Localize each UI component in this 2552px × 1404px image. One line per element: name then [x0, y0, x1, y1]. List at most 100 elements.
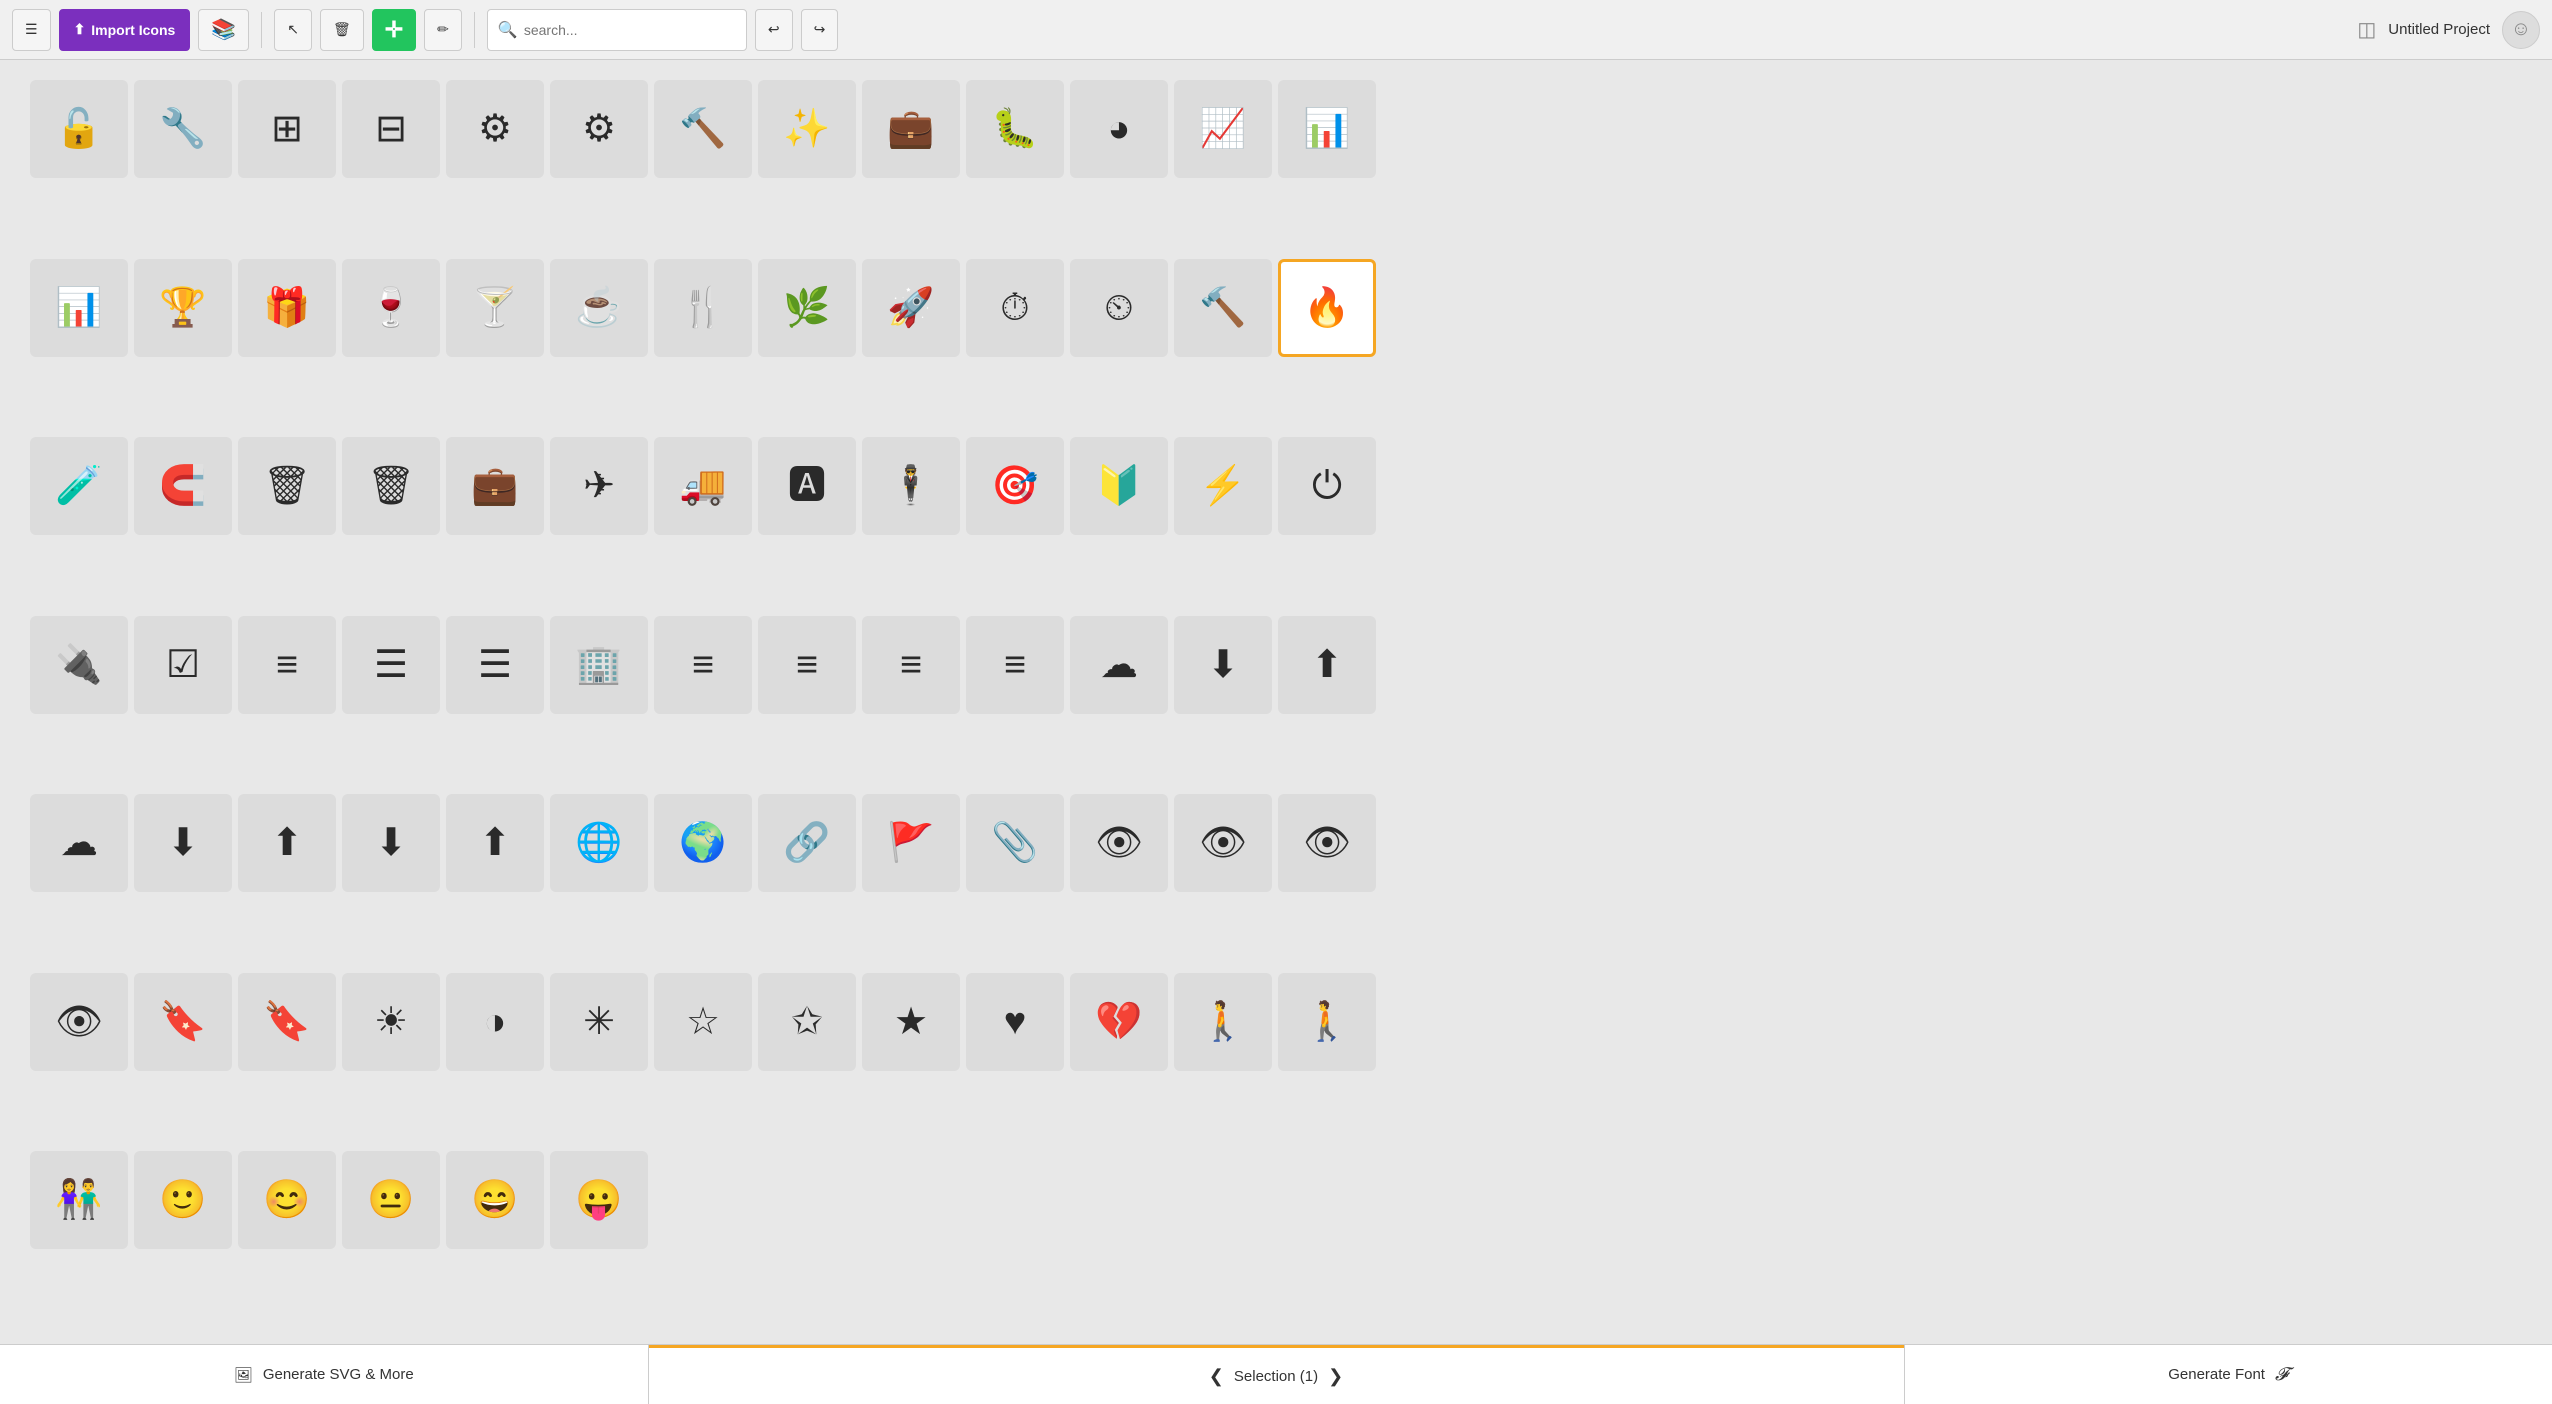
icon-cell-flask[interactable]: 🧪	[30, 437, 128, 535]
wrench-icon: 🔧	[159, 110, 206, 148]
icon-cell-line-chart[interactable]: 📈	[1174, 80, 1272, 178]
icon-cell-download2[interactable]: ⬇	[342, 794, 440, 892]
import-icons-button[interactable]: ⬆ Import Icons	[59, 9, 191, 51]
icon-cell-upload-alt[interactable]: ⬆	[238, 794, 336, 892]
icon-cell-truck[interactable]: 🚚	[654, 437, 752, 535]
avatar[interactable]: ☺	[2502, 11, 2540, 49]
icon-cell-persons-couple[interactable]: 👫	[30, 1151, 128, 1249]
icon-cell-trash[interactable]: 🗑	[238, 437, 336, 535]
icon-cell-heart-broken[interactable]: 💔	[1070, 973, 1168, 1071]
icon-cell-star[interactable]: ★	[862, 973, 960, 1071]
icon-cell-fire[interactable]: 🔥	[1278, 259, 1376, 357]
icon-cell-align-justify[interactable]: ≡	[654, 616, 752, 714]
generate-font-section[interactable]: Generate Font 𝓕	[1905, 1345, 2552, 1404]
icon-cell-wine-glass[interactable]: 🍷	[342, 259, 440, 357]
delete-tool-button[interactable]: 🗑	[320, 9, 364, 51]
icon-cell-star-half[interactable]: ✩	[758, 973, 856, 1071]
icon-cell-trophy[interactable]: 🏆	[134, 259, 232, 357]
icon-cell-star-empty[interactable]: ☆	[654, 973, 752, 1071]
icon-cell-person-female[interactable]: 🚶	[1278, 973, 1376, 1071]
icon-cell-align-right-alt[interactable]: ≡	[862, 616, 960, 714]
icon-cell-heart[interactable]: ♥	[966, 973, 1064, 1071]
icon-cell-toolbox[interactable]: 💼	[446, 437, 544, 535]
icon-cell-sun-alt[interactable]: ✳	[550, 973, 648, 1071]
icon-cell-link[interactable]: 🔗	[758, 794, 856, 892]
icon-cell-hammer[interactable]: 🔨	[654, 80, 752, 178]
icon-cell-gift[interactable]: 🎁	[238, 259, 336, 357]
icon-cell-gavel[interactable]: 🔨	[1174, 259, 1272, 357]
icon-cell-paperclip[interactable]: 📎	[966, 794, 1064, 892]
move-tool-button[interactable]: ✛	[372, 9, 416, 51]
icon-cell-flag[interactable]: 🚩	[862, 794, 960, 892]
icon-cell-cloud-check[interactable]: ☁	[30, 794, 128, 892]
icon-cell-smiley[interactable]: 🙂	[134, 1151, 232, 1249]
selection-section[interactable]: ❮ Selection (1) ❯	[649, 1345, 1904, 1404]
search-input[interactable]	[524, 22, 736, 38]
icon-cell-bar-chart-alt[interactable]: 📊	[30, 259, 128, 357]
icon-cell-person[interactable]: 🕴	[862, 437, 960, 535]
icon-cell-list-alt[interactable]: ☰	[446, 616, 544, 714]
icon-cell-gear[interactable]: ⚙	[446, 80, 544, 178]
icon-cell-trash-alt[interactable]: 🗑	[342, 437, 440, 535]
icon-cell-speedometer[interactable]: ⏱	[966, 259, 1064, 357]
icon-cell-bookmark[interactable]: 🔖	[134, 973, 232, 1071]
icon-cell-wrench[interactable]: 🔧	[134, 80, 232, 178]
icon-cell-eye[interactable]: 👁	[1070, 794, 1168, 892]
icon-cell-power[interactable]: ⏻	[1278, 437, 1376, 535]
icon-cell-bolt[interactable]: ⚡	[1174, 437, 1272, 535]
icon-cell-eye-refresh[interactable]: 👁	[1278, 794, 1376, 892]
icon-cell-smiley-tongue[interactable]: 😛	[550, 1151, 648, 1249]
icon-cell-leaf[interactable]: 🌿	[758, 259, 856, 357]
icon-cell-smiley-neutral[interactable]: 😐	[342, 1151, 440, 1249]
icon-cell-sliders-h[interactable]: ⊞	[238, 80, 336, 178]
icon-cell-mug[interactable]: ☕	[550, 259, 648, 357]
icon-cell-contrast[interactable]: ◑	[446, 973, 544, 1071]
icon-cell-smiley-happy[interactable]: 😊	[238, 1151, 336, 1249]
generate-svg-section[interactable]: 🖼 Generate SVG & More	[0, 1345, 648, 1404]
icon-cell-unlock[interactable]: 🔓	[30, 80, 128, 178]
icon-cell-list[interactable]: ☰	[342, 616, 440, 714]
edit-tool-button[interactable]: ✏	[424, 9, 462, 51]
library-button[interactable]: 📚	[198, 9, 249, 51]
icon-cell-align-center-alt[interactable]: ≡	[758, 616, 856, 714]
icon-cell-cocktail[interactable]: 🍸	[446, 259, 544, 357]
select-tool-button[interactable]: ↖	[274, 9, 312, 51]
icon-cell-bug[interactable]: 🐛	[966, 80, 1064, 178]
icon-cell-briefcase-medical[interactable]: 💼	[862, 80, 960, 178]
icon-cell-crosshair[interactable]: 🎯	[966, 437, 1064, 535]
icon-cell-gear-alt[interactable]: ⚙	[550, 80, 648, 178]
icon-cell-sitemap[interactable]: 🏢	[550, 616, 648, 714]
icon-cell-text[interactable]: 🅰	[758, 437, 856, 535]
icon-cell-plane[interactable]: ✈	[550, 437, 648, 535]
icon-cell-rocket[interactable]: 🚀	[862, 259, 960, 357]
icon-cell-list-push[interactable]: ≡	[966, 616, 1064, 714]
icon-cell-cloud[interactable]: ☁	[1070, 616, 1168, 714]
icon-cell-download-alt[interactable]: ⬇	[134, 794, 232, 892]
icon-cell-bookmark-open[interactable]: 🔖	[238, 973, 336, 1071]
redo-button[interactable]: ↪	[801, 9, 839, 51]
icon-cell-sliders-v[interactable]: ⊟	[342, 80, 440, 178]
icon-cell-magic[interactable]: ✨	[758, 80, 856, 178]
icon-cell-smiley-grin[interactable]: 😄	[446, 1151, 544, 1249]
undo-button[interactable]: ↩	[755, 9, 793, 51]
search-box[interactable]: 🔍	[487, 9, 747, 51]
icon-cell-eye-plus[interactable]: 👁	[1174, 794, 1272, 892]
icon-cell-sun[interactable]: ☀	[342, 973, 440, 1071]
icon-cell-cloud-download[interactable]: ⬇	[1174, 616, 1272, 714]
icon-cell-magnet[interactable]: 🧲	[134, 437, 232, 535]
icon-cell-person-single[interactable]: 🚶	[1174, 973, 1272, 1071]
icon-cell-pie-chart[interactable]: ◕	[1070, 80, 1168, 178]
icon-cell-globe-alt[interactable]: 🌍	[654, 794, 752, 892]
icon-cell-eye-off[interactable]: 👁	[30, 973, 128, 1071]
icon-cell-bar-chart[interactable]: 📊	[1278, 80, 1376, 178]
icon-cell-cloud-upload[interactable]: ⬆	[1278, 616, 1376, 714]
icon-cell-list-ol[interactable]: ≡	[238, 616, 336, 714]
icon-cell-plug[interactable]: 🔌	[30, 616, 128, 714]
icon-cell-checklist[interactable]: ☑	[134, 616, 232, 714]
icon-cell-globe[interactable]: 🌐	[550, 794, 648, 892]
icon-cell-shield-badge[interactable]: 🔰	[1070, 437, 1168, 535]
icon-cell-upload2[interactable]: ⬆	[446, 794, 544, 892]
menu-button[interactable]: ☰	[12, 9, 51, 51]
icon-cell-cutlery[interactable]: 🍴	[654, 259, 752, 357]
icon-cell-dial[interactable]: ⏲	[1070, 259, 1168, 357]
